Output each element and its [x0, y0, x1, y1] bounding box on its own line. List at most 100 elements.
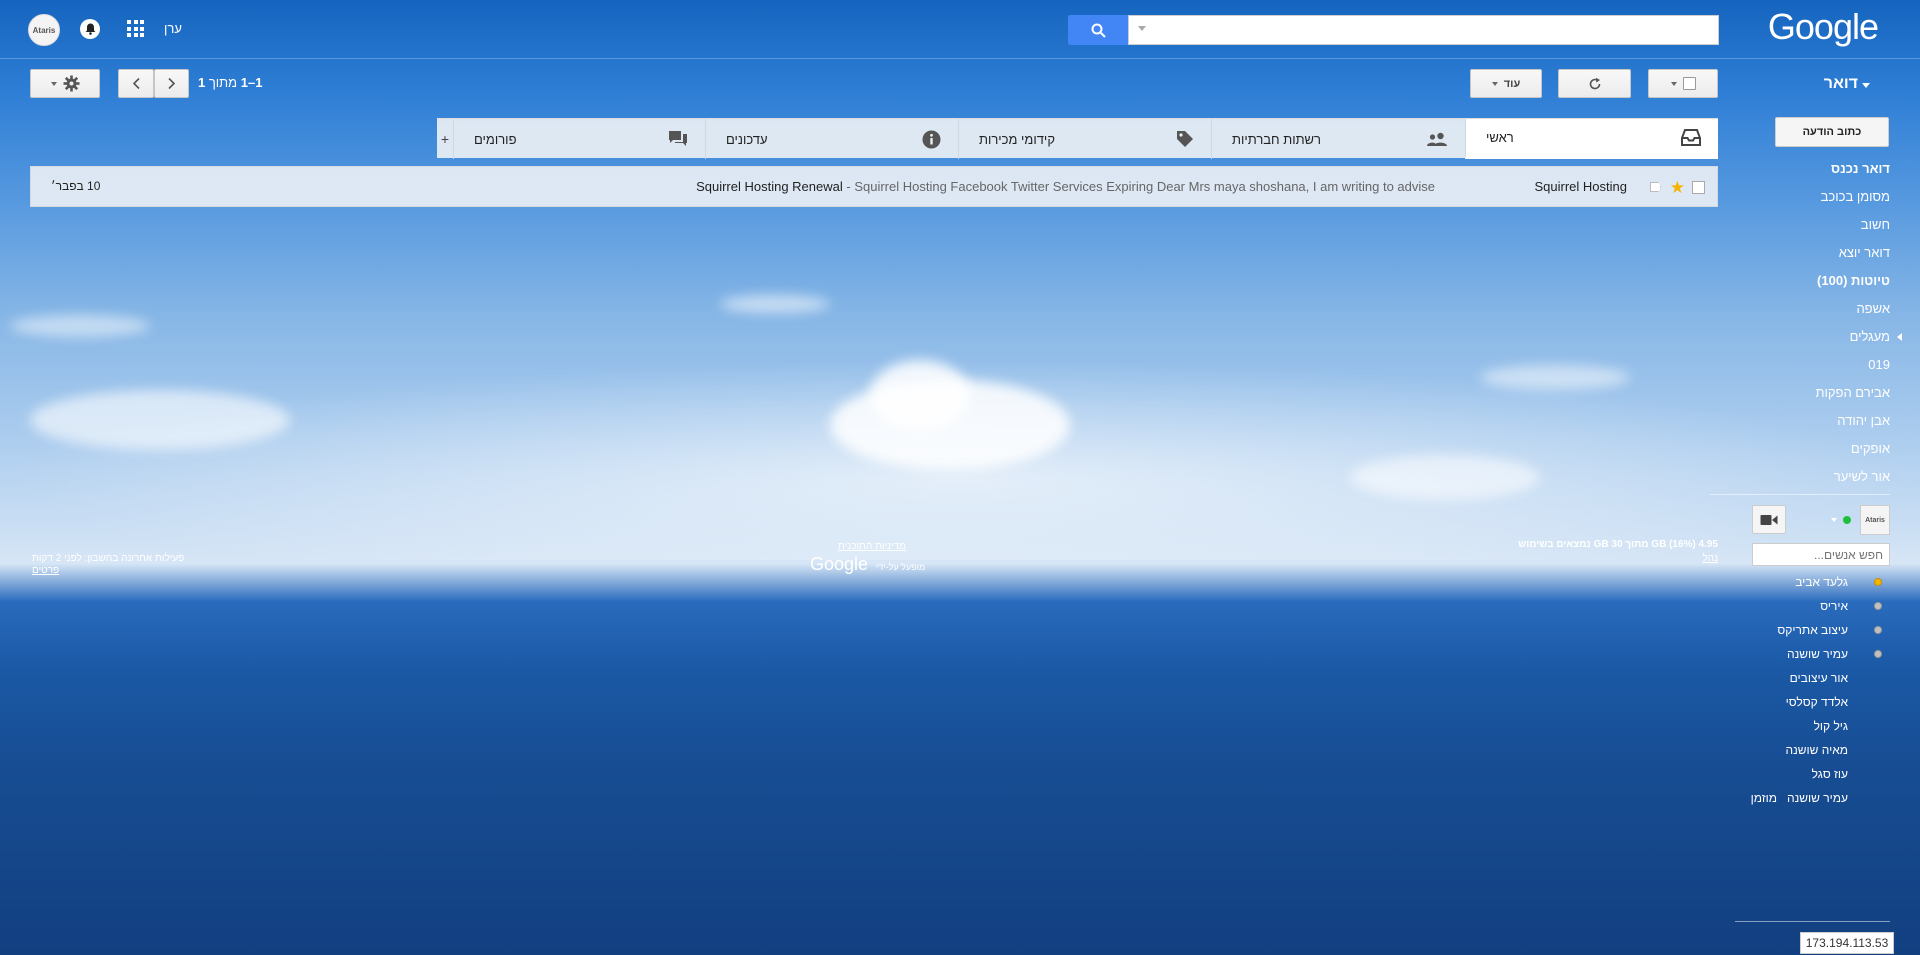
checkbox-icon [1682, 77, 1696, 90]
chevron-left-icon [132, 77, 140, 90]
sidebar-item-label-even-yehuda[interactable]: אבן יהודה [1740, 407, 1890, 435]
storage-usage-text: 4.95 GB (16%) מתוך 30 GB נמצאים בשימוש [1518, 539, 1718, 550]
contact-name: גלעד אביב [1795, 575, 1848, 589]
contact-item[interactable]: אור עיצובים [1690, 666, 1890, 690]
select-checkbox-button[interactable] [1648, 69, 1718, 98]
chat-bottom-divider [1735, 921, 1890, 922]
mail-menu-label[interactable]: דואר [1824, 75, 1858, 93]
manage-storage-link[interactable]: נהל [1702, 553, 1718, 564]
offline-status-icon [1874, 650, 1882, 658]
contact-name: אלדד קסלסי [1785, 695, 1848, 709]
refresh-button[interactable] [1558, 69, 1631, 98]
google-logo[interactable]: Google [1768, 6, 1879, 48]
chevron-down-icon [50, 81, 57, 86]
contact-item[interactable]: עמיר שושנה מוזמן [1690, 786, 1890, 810]
row-checkbox[interactable] [1692, 181, 1705, 194]
sidebar-item-important[interactable]: חשוב [1740, 211, 1890, 239]
sidebar-item-trash[interactable]: אשפה [1740, 295, 1890, 323]
account-avatar[interactable]: Ataris [28, 14, 60, 46]
contact-list: גלעד אביב איריס עיצוב אתריקס עמיר שושנה … [1690, 570, 1890, 810]
contact-item[interactable]: עיצוב אתריקס [1690, 618, 1890, 642]
gear-icon [63, 75, 79, 92]
newer-button[interactable] [118, 69, 154, 98]
offline-status-icon [1874, 626, 1882, 634]
chat-avatar[interactable]: Ataris [1860, 505, 1890, 535]
settings-button[interactable] [30, 69, 100, 98]
tab-label: ראשי [1486, 130, 1514, 145]
table-row[interactable]: ★ Squirrel Hosting Squirrel Hosting Rene… [31, 167, 1717, 208]
forum-icon [669, 131, 687, 146]
sidebar-item-sent[interactable]: דואר יוצא [1740, 239, 1890, 267]
contact-name: אור עיצובים [1789, 671, 1848, 685]
tab-social[interactable]: רשתות חברתיות [1211, 119, 1465, 159]
video-call-button[interactable] [1752, 505, 1786, 534]
sidebar-item-starred[interactable]: מסומן בכוכב [1740, 183, 1890, 211]
contact-item[interactable]: גיל קול [1690, 714, 1890, 738]
sidebar-item-label-019[interactable]: 019 [1740, 351, 1890, 379]
tab-primary[interactable]: ראשי [1465, 119, 1718, 159]
sidebar-item-inbox[interactable]: דואר נכנס [1740, 155, 1890, 183]
message-subject: Squirrel Hosting Renewal [696, 179, 843, 194]
pager-range: 1–1 [240, 75, 263, 90]
search-options-icon[interactable] [1138, 26, 1146, 31]
search-input[interactable] [1128, 15, 1719, 45]
contact-item[interactable]: גלעד אביב [1690, 570, 1890, 594]
search-icon [1091, 23, 1106, 38]
compose-button[interactable]: כתוב הודעה [1775, 117, 1889, 147]
sidebar-divider [1710, 494, 1890, 495]
sidebar-item-label-aviram[interactable]: אבירם הפקות [1740, 379, 1891, 407]
apps-grid-icon[interactable] [127, 20, 144, 37]
contact-invited-label: מוזמן [1750, 791, 1777, 805]
sidebar-item-drafts[interactable]: טיוטות (100) [1740, 267, 1890, 295]
pager-text: 1–1 מתוך 1 [198, 75, 262, 90]
more-button[interactable]: עוד [1470, 69, 1542, 98]
chevron-down-icon[interactable] [1862, 83, 1870, 88]
top-bar: Google ערן Ataris [0, 0, 1920, 59]
pager-of: מתוך [208, 75, 238, 90]
search-bar [1068, 15, 1719, 45]
contact-item[interactable]: עוז סגל [1690, 762, 1890, 786]
sidebar-item-label-ofakim[interactable]: אופקים [1740, 435, 1890, 463]
message-snippet: Squirrel Hosting Facebook Twitter Servic… [854, 179, 1435, 194]
sidebar-item-label-or[interactable]: אור לשיער [1740, 463, 1890, 491]
idle-status-icon [1874, 578, 1882, 586]
people-search-input[interactable] [1752, 543, 1890, 566]
older-button[interactable] [154, 69, 189, 98]
star-icon[interactable]: ★ [1670, 178, 1685, 198]
people-icon [1427, 132, 1447, 146]
contact-name: איריס [1820, 599, 1848, 613]
contact-item[interactable]: מאיה שושנה [1690, 738, 1890, 762]
chevron-down-icon[interactable] [1831, 518, 1837, 522]
message-subject-line: Squirrel Hosting Renewal - Squirrel Host… [696, 179, 1435, 194]
contact-item[interactable]: איריס [1690, 594, 1890, 618]
important-marker-icon[interactable] [1650, 182, 1661, 192]
contact-name: עמיר שושנה [1786, 791, 1848, 805]
contact-name: מאיה שושנה [1785, 743, 1848, 757]
google-footer-logo: Google [810, 554, 869, 574]
sidebar-nav: דואר נכנס מסומן בכוכב חשוב דואר יוצא טיו… [1740, 155, 1902, 491]
message-list: ★ Squirrel Hosting Squirrel Hosting Rene… [30, 166, 1718, 207]
notifications-bell-icon[interactable] [80, 19, 100, 39]
message-sender: Squirrel Hosting [1534, 179, 1628, 194]
contact-item[interactable]: אלדד קסלסי [1690, 690, 1890, 714]
inbox-icon [1681, 129, 1701, 146]
activity-details-link[interactable]: פרטים [32, 565, 59, 576]
more-button-label: עוד [1503, 77, 1521, 90]
expand-arrow-icon[interactable] [1897, 333, 1902, 341]
tab-updates[interactable]: עדכונים [705, 119, 958, 159]
offline-status-icon [1874, 602, 1882, 610]
info-icon [922, 130, 941, 148]
tab-forums[interactable]: פורומים [453, 119, 705, 159]
contact-item[interactable]: עמיר שושנה [1690, 642, 1890, 666]
tab-label: רשתות חברתיות [1232, 131, 1321, 147]
video-camera-icon [1760, 514, 1778, 525]
add-tab-button[interactable]: + [437, 119, 453, 158]
tab-promotions[interactable]: קידומי מכירות [958, 119, 1211, 159]
chevron-right-icon [168, 77, 176, 90]
program-policies-link[interactable]: מדיניות התוכנית [838, 541, 906, 552]
search-button[interactable] [1068, 15, 1128, 45]
user-name[interactable]: ערן [164, 21, 182, 36]
sidebar-item-circles[interactable]: מעגלים [1740, 323, 1902, 351]
sidebar-item-circles-label: מעגלים [1849, 329, 1890, 344]
tag-icon [1177, 131, 1193, 147]
